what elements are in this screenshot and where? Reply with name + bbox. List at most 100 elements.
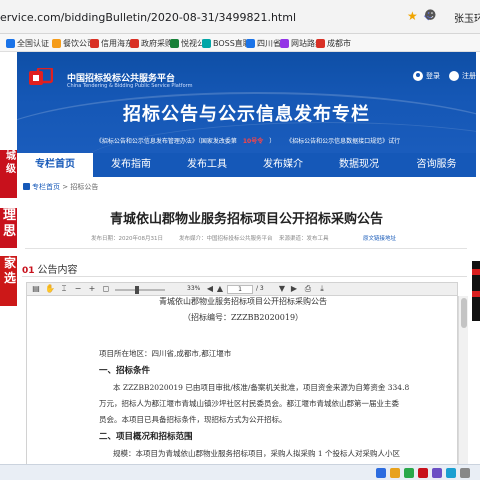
breadcrumb-current[interactable]: 招标公告 [70,183,98,191]
zoom-out-icon[interactable]: − [73,284,83,294]
publish-source: 发布媒介：中国招标投标公共服务平台 [179,236,273,242]
bookmark-favicon-icon [6,38,15,48]
zoom-in-icon[interactable]: + [87,284,97,294]
bookmark-item[interactable]: 成都市 [316,37,351,49]
bookmark-favicon-icon [316,38,325,48]
platform-logo-icon[interactable] [29,68,53,88]
prev-page-icon[interactable]: ◀ [205,284,215,294]
bookmark-item[interactable]: 全国认证 [6,37,49,49]
taskbar-app-icon[interactable] [446,468,456,478]
side-ad-text: 家选 [3,256,16,285]
download-icon[interactable]: ⤓ [317,284,327,294]
nav-guide[interactable]: 发布指南 [93,153,169,177]
down-arrow-icon[interactable]: ▼ [277,284,287,294]
hero-title: 招标公告与公示信息发布专栏 [123,104,370,125]
next-page-icon[interactable]: ▶ [289,284,299,294]
fit-page-icon[interactable]: ◻ [101,284,111,294]
doc-paragraph: 万元，招标人为都江堰市青城山镇沙坪社区村民委员会。都江堰市青城依山郡第一届业主委 [99,399,399,408]
user-icon[interactable]: ☻ [424,8,437,22]
doc-location: 项目所在地区：四川省,成都市,都江堰市 [99,349,232,358]
article-meta: 发布日期：2020年08月31日 发布媒介：中国招标投标公共服务平台 来源渠道：… [17,234,476,246]
publish-channel: 来源渠道：发布工具 [279,236,329,242]
bookmark-item[interactable]: BOSS直聘 [202,37,251,49]
scrollbar-thumb[interactable] [461,298,467,328]
bookmark-label: 政府采购 [141,38,173,48]
bookmark-item[interactable]: 信用海东 [90,37,133,49]
bookmark-label: 信用海东 [101,38,133,48]
regulation-link-end: ） [269,138,276,145]
breadcrumb: 专栏首页 > 招标公告 [23,182,98,192]
bookmark-item[interactable]: 四川省 [246,37,281,49]
home-icon [23,183,30,190]
doc-paragraph: 规模：本项目为青城依山郡物业服务招标项目，采购人拟采购 1 个投标人对采购人小区 [113,449,401,458]
star-icon[interactable]: ★ [407,9,418,23]
bookmark-item[interactable]: 餐饮公司 [52,37,95,49]
side-ad-banner[interactable]: 家选 [0,256,17,306]
zoom-slider-handle[interactable] [135,286,139,294]
up-arrow-icon[interactable]: ▲ [215,284,225,294]
register-button[interactable]: 注册 [449,71,476,81]
regulation-link-text: 《招标公告和公示信息发布管理办法》（国家发改委第 [95,138,237,145]
print-icon[interactable]: ⎙ [303,284,313,294]
side-ad-banner[interactable]: 理思 [0,208,17,248]
divider [25,248,467,249]
ad-stripe [472,269,480,275]
regulation-link[interactable]: 《招标公告和公示信息发布管理办法》（国家发改委第 10号令 ） [93,138,278,145]
sidebar-toggle-icon[interactable]: ▤ [31,284,41,294]
taskbar-app-icon[interactable] [460,468,470,478]
bookmark-item[interactable]: 悦视公 [170,37,205,49]
bookmark-label: 四川省 [257,38,281,48]
url-text[interactable]: ervice.com/biddingBulletin/2020-08-31/34… [0,11,296,24]
original-link[interactable]: 原文链接地址 [363,234,396,242]
select-tool-icon[interactable]: ⌶ [59,284,69,294]
nav-home[interactable]: 专栏首页 [17,153,93,177]
zoom-slider[interactable] [115,289,165,291]
divider [22,276,467,277]
bookmark-favicon-icon [202,38,211,48]
page-number-input[interactable]: 1 [227,285,253,294]
site-header: 中国招标投标公共服务平台 China Tendering & Bidding P… [17,52,476,153]
zoom-level[interactable]: 33% [187,285,200,292]
site-name-en: China Tendering & Bidding Public Service… [67,83,193,89]
bookmark-favicon-icon [90,38,99,48]
taskbar-app-icon[interactable] [376,468,386,478]
bookmark-favicon-icon [52,38,61,48]
bookmark-favicon-icon [130,38,139,48]
login-label: 登录 [426,72,440,80]
hero-links: 《招标公告和公示信息发布管理办法》（国家发改委第 10号令 ） 《招标公告和公示信息… [17,136,476,145]
bookmark-favicon-icon [170,38,179,48]
breadcrumb-home[interactable]: 专栏首页 [32,183,60,191]
doc-paragraph: 员会。本项目已具备招标条件，现招标方式为公开招标。 [99,415,287,424]
pdf-scrollbar[interactable] [458,296,468,464]
register-icon [449,71,459,81]
hand-tool-icon[interactable]: ✋ [45,284,55,294]
side-ad-banner[interactable]: 城级 [0,150,17,198]
pdf-toolbar: ▤ ✋ ⌶ − + ◻ 33% ◀ ▲ 1 / 3 ▼ ▶ ⎙ ⤓ [26,282,458,296]
taskbar-app-icon[interactable] [432,468,442,478]
section-label: 公告内容 [37,265,78,276]
nav-data[interactable]: 数据现况 [321,153,397,177]
side-ad-text: 理思 [2,208,16,239]
doc-title: 青城依山郡物业服务招标项目公开招标采购公告 [159,297,327,306]
taskbar-app-icon[interactable] [404,468,414,478]
doc-heading: 二、项目概况和招标范围 [99,432,193,442]
address-bar[interactable]: ervice.com/biddingBulletin/2020-08-31/34… [0,0,480,34]
pdf-page[interactable]: 青城依山郡物业服务招标项目公开招标采购公告 （招标编号：ZZZBB2020019… [26,296,458,464]
nav-tools[interactable]: 发布工具 [169,153,245,177]
nav-media[interactable]: 发布媒介 [245,153,321,177]
taskbar [0,464,480,480]
spec-link[interactable]: 《招标公告和公示信息数据接口规范》试行 [286,138,400,145]
doc-code: （招标编号：ZZZBB2020019） [182,313,304,322]
bookmark-label: 全国认证 [17,38,49,48]
taskbar-app-icon[interactable] [390,468,400,478]
section-heading: 01 公告内容 [22,261,78,276]
article-title: 青城依山郡物业服务招标项目公开招标采购公告 [109,212,383,227]
right-ad-banner[interactable] [472,261,480,321]
login-button[interactable]: 登录 [413,71,440,81]
user-name[interactable]: 张玉环22 [436,10,480,25]
taskbar-app-icon[interactable] [418,468,428,478]
page-total: / 3 [256,285,264,292]
nav-consult[interactable]: 咨询服务 [397,153,476,177]
bookmark-item[interactable]: 政府采购 [130,37,173,49]
ad-stripe [472,291,480,297]
